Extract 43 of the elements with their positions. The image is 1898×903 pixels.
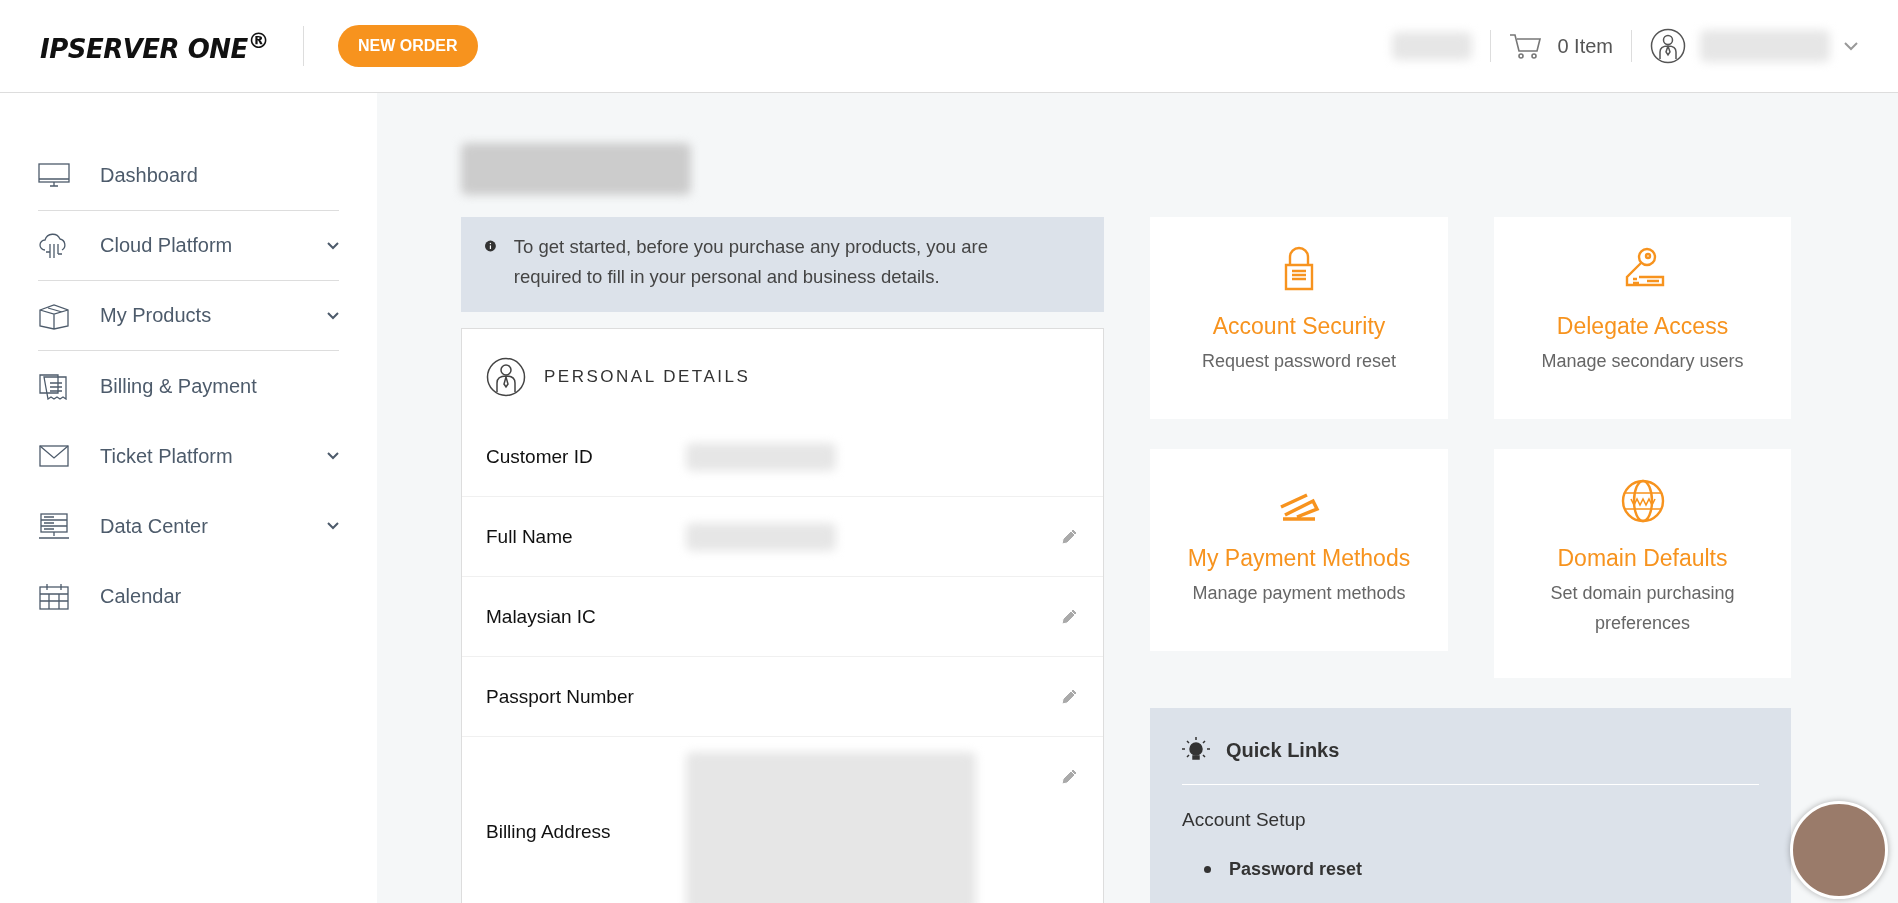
field-label: Full Name <box>486 525 574 548</box>
card-subtitle: Manage payment methods <box>1192 582 1406 605</box>
shortcut-card[interactable]: My Payment Methods Manage payment methods <box>1150 449 1448 651</box>
sidebar-item[interactable]: Cloud Platform <box>38 211 339 281</box>
sidebar-item[interactable]: Ticket Platform <box>38 421 339 491</box>
sidebar-item[interactable]: My Products <box>38 281 339 351</box>
shortcut-card[interactable]: Domain Defaults Set domain purchasing preferences <box>1494 449 1791 678</box>
section-label: Account Setup <box>1182 809 1307 831</box>
bullet-icon <box>1204 866 1211 873</box>
server-icon <box>38 512 70 540</box>
monitor-icon <box>38 161 70 190</box>
shortcut-card[interactable]: Account Security Request password reset <box>1150 217 1448 419</box>
sidebar-item[interactable]: Billing & Payment <box>38 351 339 421</box>
sidebar-item[interactable]: Dashboard <box>38 141 339 211</box>
card-title: Domain Defaults <box>1557 545 1728 572</box>
card-subtitle: Manage secondary users <box>1541 350 1744 373</box>
notice-text: To get started, before you purchase any products, you are required to fill in your personal and business details. <box>513 235 989 289</box>
card-subtitle: Request password reset <box>1201 350 1397 373</box>
logo[interactable]: IPSERVER ONE$^{®}$ <box>40 28 269 64</box>
panel-title: Quick Links <box>1226 738 1340 762</box>
card-subtitle: Set domain purchasing preferences <box>1549 582 1736 635</box>
field-label: Malaysian IC <box>486 605 597 628</box>
sidebar-item[interactable]: Calendar <box>38 561 339 631</box>
pencil-icon[interactable] <box>1059 767 1079 787</box>
cart-count[interactable]: 0 Item <box>1557 34 1613 58</box>
field-label: Customer ID <box>486 445 594 468</box>
card-title: My Payment Methods <box>1187 545 1411 572</box>
calendar-icon <box>38 582 70 610</box>
user-icon <box>486 357 526 397</box>
shortcut-card[interactable]: Delegate Access Manage secondary users <box>1494 217 1791 419</box>
user-icon[interactable] <box>1650 28 1686 64</box>
box-icon <box>38 301 70 330</box>
card-title: Account Security <box>1212 313 1386 340</box>
cart-icon[interactable] <box>1509 32 1544 60</box>
quick-link[interactable]: Password reset <box>1229 859 1363 880</box>
field-label: Passport Number <box>486 685 635 708</box>
chevron-down-icon[interactable] <box>1844 41 1858 51</box>
receipt-icon <box>38 372 70 400</box>
sidebar-item[interactable]: Data Center <box>38 491 339 561</box>
field-label: Billing Address <box>486 821 612 843</box>
mail-icon <box>38 442 70 470</box>
card-title: Delegate Access <box>1556 313 1729 340</box>
section-title: PERSONAL DETAILS <box>544 367 751 387</box>
